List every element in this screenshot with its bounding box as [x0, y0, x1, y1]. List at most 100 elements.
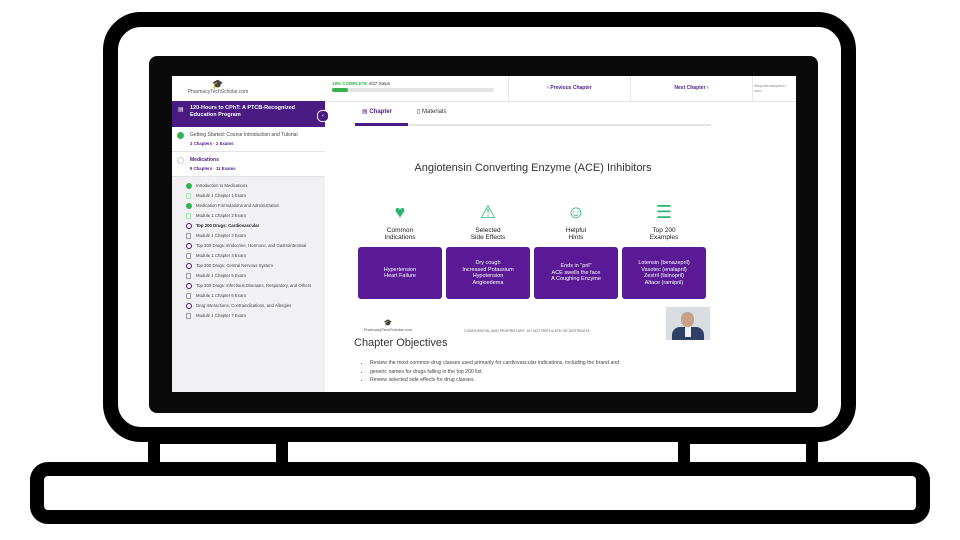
section-title: Medications — [190, 157, 219, 163]
objective-item: Review selected side effects for drug cl… — [370, 376, 730, 385]
slide-column-hints: ☺ Helpful Hints Ends in "pril" ACE swells … — [534, 201, 618, 299]
tab-materials[interactable]: ▯ Materials — [417, 108, 446, 115]
tab-divider — [355, 124, 711, 126]
column-box: Dry cough Increased Potassium Hypotension A… — [446, 247, 530, 299]
lesson-circle-icon — [186, 263, 192, 269]
site-logo[interactable]: 🎓 PharmacyTechScholar.com — [178, 79, 258, 96]
sidebar-lesson-item[interactable]: Top 200 Drugs: Infectious Diseases, Resp… — [172, 281, 325, 291]
app-screen: 🎓 PharmacyTechScholar.com 18% COMPLETE 4… — [172, 76, 796, 392]
column-box: Ends in "pril" ACE swells the face A Cough… — [534, 247, 618, 299]
sidebar-lesson-item[interactable]: Module 1 Chapter 6 Exam — [172, 291, 325, 301]
lesson-label: Module 1 Chapter 3 Exam — [196, 233, 246, 238]
sidebar-lesson-item[interactable]: Drug Interactions, Contraindications, an… — [172, 301, 325, 311]
column-label: Top 200 Examples — [649, 227, 679, 241]
presenter-shirt — [685, 327, 691, 337]
exam-doc-icon — [186, 313, 191, 319]
lesson-circle-icon — [186, 283, 192, 289]
course-progress: 18% COMPLETE 4/37 Steps — [332, 81, 494, 92]
exam-doc-icon — [186, 193, 191, 199]
sidebar-lesson-item[interactable]: Introduction to Medications — [172, 181, 325, 191]
lesson-circle-icon — [186, 223, 192, 229]
content-tabs: ▤ Chapter ▯ Materials — [362, 106, 712, 126]
lesson-label: Module 1 Chapter 5 Exam — [196, 273, 246, 278]
active-tab-indicator — [355, 123, 408, 126]
exam-doc-icon — [186, 213, 191, 219]
tab-chapter[interactable]: ▤ Chapter — [362, 108, 392, 115]
lesson-label: Medication Formulations and Administrati… — [196, 203, 280, 208]
progress-percent: 18% COMPLETE — [332, 81, 368, 86]
chapter-doc-icon: ▤ — [362, 109, 368, 115]
section-getting-started[interactable]: Getting Started: Course Introduction and… — [172, 127, 325, 152]
exam-doc-icon — [186, 253, 191, 259]
next-chapter-button[interactable]: Next Chapter › — [630, 76, 753, 101]
column-box: Lotensin (benazepril) Vasotec (enalapril)… — [622, 247, 706, 299]
tab-chapter-label: Chapter — [369, 109, 393, 115]
box-line: Angioedema — [472, 279, 504, 286]
laptop-hinge-left — [148, 432, 288, 462]
lesson-label: Module 1 Chapter 1 Exam — [196, 193, 246, 198]
sidebar-lesson-item[interactable]: Module 1 Chapter 1 Exam — [172, 191, 325, 201]
sidebar-lesson-item[interactable]: Module 1 Chapter 4 Exam — [172, 251, 325, 261]
sidebar-lesson-item[interactable]: Top 200 Drugs: Endocrine, Hormone, and G… — [172, 241, 325, 251]
complete-check-icon — [186, 183, 192, 189]
column-label: Common Indications — [384, 227, 416, 241]
footer-site-text: PharmacyTechScholar.com — [363, 327, 413, 332]
section-title: Getting Started: Course Introduction and… — [190, 132, 298, 138]
sidebar-lesson-item[interactable]: Top 200 Drugs: Central Nervous System — [172, 261, 325, 271]
presenter-video[interactable] — [666, 307, 710, 340]
confidential-notice: CONFIDENTIAL AND PROPRIETARY. DO NOT REP… — [464, 329, 590, 333]
course-header[interactable]: ▤ 120-Hours to CPhT: A PTCB-Recognized E… — [172, 101, 329, 127]
section-meta: 9 Chapters · 11 Exams — [190, 166, 236, 171]
lesson-label: Module 1 Chapter 4 Exam — [196, 253, 246, 258]
lesson-circle-icon — [186, 243, 192, 249]
sidebar-lesson-item[interactable]: Module 1 Chapter 3 Exam — [172, 231, 325, 241]
collapse-sidebar-button[interactable]: ‹ — [317, 110, 329, 122]
box-line: Heart Failure — [384, 273, 416, 279]
column-label: Selected Side Effects — [470, 227, 506, 241]
laptop-hinge-right — [678, 432, 818, 462]
lesson-circle-icon — [186, 303, 192, 309]
url-fragment: infopharmacytech- com — [754, 83, 787, 93]
lesson-label: Top 200 Drugs: Infectious Diseases, Resp… — [196, 283, 312, 288]
section-meta: 2 Chapters · 2 Exams — [190, 141, 234, 146]
lesson-label: Module 1 Chapter 2 Exam — [196, 213, 246, 218]
complete-check-icon — [177, 132, 184, 139]
lesson-label: Introduction to Medications — [196, 183, 248, 188]
complete-check-icon — [186, 203, 192, 209]
hint-icon: ☺ — [566, 202, 586, 222]
course-sidebar: ▤ 120-Hours to CPhT: A PTCB-Recognized E… — [172, 101, 329, 392]
lesson-label: Module 1 Chapter 7 Exam — [196, 313, 246, 318]
graduation-cap-icon: 🎓 — [383, 320, 393, 327]
objectives-heading: Chapter Objectives — [354, 337, 448, 349]
lesson-label: Top 200 Drugs: Central Nervous System — [196, 263, 273, 268]
objective-item: Review the most common drug classes used… — [370, 359, 730, 368]
lesson-list: Introduction to Medications Module 1 Chap… — [172, 177, 325, 321]
warning-icon: ⚠ — [479, 202, 497, 222]
lesson-label: Drug Interactions, Contraindications, an… — [196, 303, 292, 308]
laptop-base — [30, 462, 930, 524]
sidebar-lesson-item[interactable]: Medication Formulations and Administrati… — [172, 201, 325, 211]
slide-title: Angiotensin Converting Enzyme (ACE) Inhi… — [414, 162, 652, 174]
sidebar-lesson-item[interactable]: Module 1 Chapter 2 Exam — [172, 211, 325, 221]
presenter-head — [681, 312, 694, 327]
graduation-cap-icon: 🎓 — [212, 79, 224, 89]
sidebar-lesson-item[interactable]: Module 1 Chapter 7 Exam — [172, 311, 325, 321]
sidebar-lesson-item[interactable]: Module 1 Chapter 5 Exam — [172, 271, 325, 281]
objectives-list: Review the most common drug classes used… — [362, 359, 730, 385]
incomplete-circle-icon — [177, 157, 184, 164]
objective-item: generic names for drugs falling in the t… — [370, 368, 730, 377]
slide-column-side-effects: ⚠ Selected Side Effects Dry cough Increase… — [446, 201, 530, 299]
section-medications[interactable]: Medications 9 Chapters · 11 Exams — [172, 152, 325, 177]
box-line: Altace (ramipril) — [644, 279, 684, 286]
materials-doc-icon: ▯ — [417, 109, 421, 115]
column-box: Hypertension Heart Failure — [358, 247, 442, 299]
sidebar-lesson-item[interactable]: Top 200 Drugs: Cardiovascular — [172, 221, 325, 231]
box-line: A Coughing Enzyme — [551, 276, 601, 283]
book-icon: ▤ — [178, 107, 184, 113]
exam-doc-icon — [186, 233, 191, 239]
slide-footer-logo: 🎓 PharmacyTechScholar.com — [358, 320, 418, 332]
heart-icon: ♥ — [394, 202, 406, 222]
lesson-label: Module 1 Chapter 6 Exam — [196, 293, 246, 298]
slide-column-indications: ♥ Common Indications Hypertension Heart Fa… — [358, 201, 442, 299]
previous-chapter-button[interactable]: ‹ Previous Chapter — [508, 76, 630, 101]
